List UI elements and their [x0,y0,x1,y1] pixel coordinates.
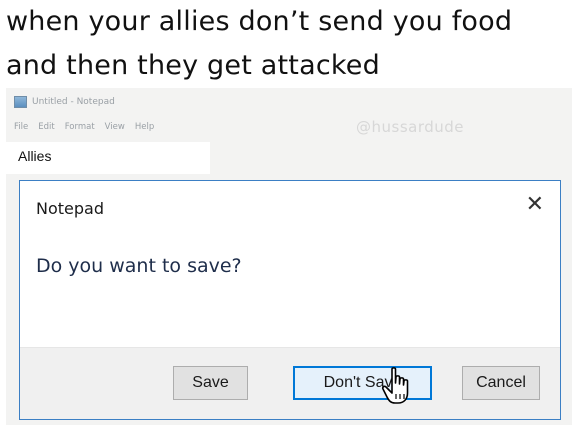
hand-cursor-icon [381,367,409,404]
menu-item-format[interactable]: Format [65,122,95,132]
dialog-footer: Save Don't Save Cancel [20,347,560,419]
dialog-title: Notepad [36,199,104,218]
menu-item-help[interactable]: Help [135,122,154,132]
save-dialog: Notepad ✕ Do you want to save? Save Don'… [19,180,561,420]
window-titlebar: Untitled - Notepad [14,94,115,110]
watermark: @hussardude [356,118,465,136]
meme-root: when your allies don’t send you food and… [0,0,575,427]
cancel-button[interactable]: Cancel [462,366,540,400]
close-icon[interactable]: ✕ [526,193,544,217]
menu-bar: File Edit Format View Help [14,122,154,132]
caption-line-1: when your allies don’t send you food [6,6,513,37]
notepad-screenshot: Untitled - Notepad File Edit Format View… [6,88,572,425]
menu-item-edit[interactable]: Edit [38,122,54,132]
dialog-question: Do you want to save? [36,255,242,277]
save-button[interactable]: Save [173,366,248,400]
notepad-icon [14,96,27,108]
menu-item-file[interactable]: File [14,122,28,132]
meme-caption: when your allies don’t send you food and… [6,0,571,88]
menu-item-view[interactable]: View [105,122,125,132]
window-title: Untitled - Notepad [32,97,115,107]
caption-line-2: and then they get attacked [6,50,380,81]
document-text[interactable]: Allies [6,142,210,174]
